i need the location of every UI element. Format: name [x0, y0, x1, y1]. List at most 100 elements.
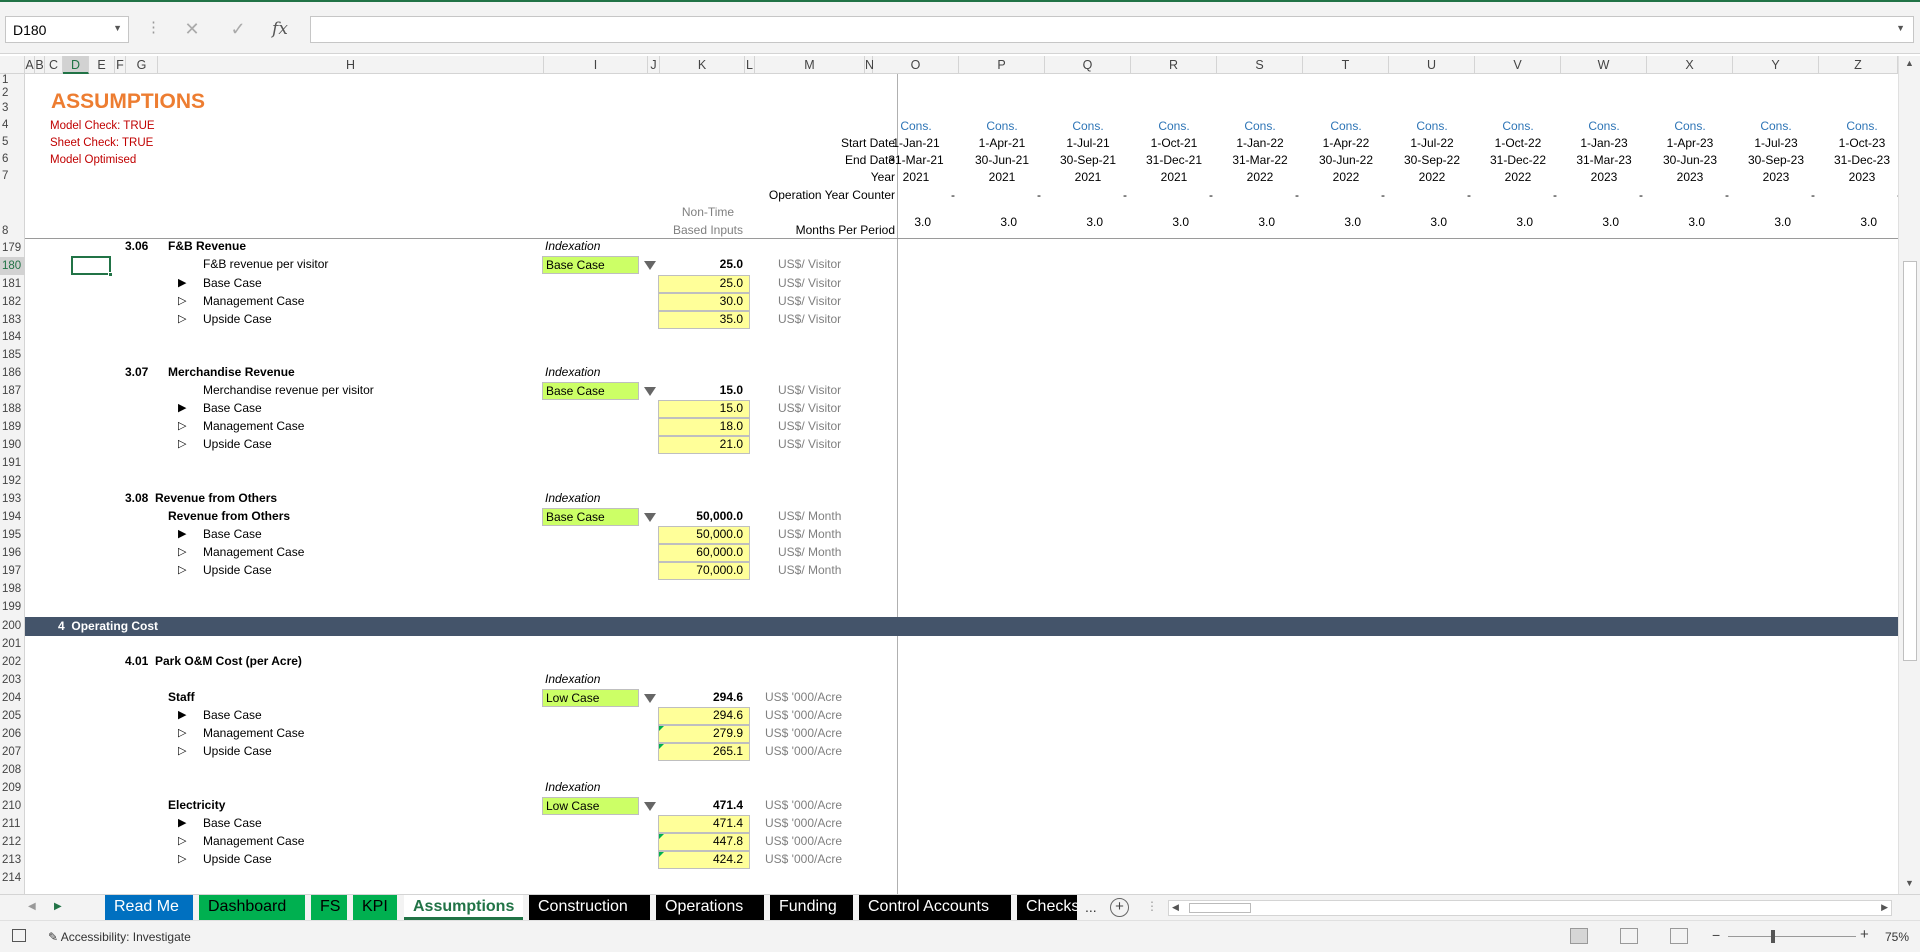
column-header-n[interactable]: N — [865, 56, 874, 74]
row-header-194[interactable]: 194 — [0, 508, 25, 526]
column-header-t[interactable]: T — [1303, 56, 1389, 74]
elec-case-select[interactable]: Low Case — [542, 797, 639, 815]
row-header-8[interactable]: 8 — [0, 184, 25, 240]
vertical-scrollbar[interactable]: ▲ ▼ — [1898, 56, 1920, 894]
row-header-205[interactable]: 205 — [0, 707, 25, 725]
others-case-dropdown-icon[interactable] — [644, 513, 656, 522]
case-value[interactable]: 15.0 — [658, 400, 743, 417]
case-value[interactable]: 25.0 — [658, 275, 743, 292]
fill-handle[interactable] — [108, 272, 113, 277]
tab-scroll-left-icon[interactable]: ◀ — [28, 901, 36, 912]
row-header-213[interactable]: 213 — [0, 851, 25, 869]
scroll-left-icon[interactable]: ◀ — [1172, 902, 1179, 913]
column-header-j[interactable]: J — [648, 56, 660, 74]
name-box[interactable]: D180 ▼ — [5, 16, 129, 43]
fb-case-dropdown-icon[interactable] — [644, 261, 656, 270]
tab-funding[interactable]: Funding — [770, 895, 853, 920]
tab-operations[interactable]: Operations — [656, 895, 764, 920]
formula-bar-grip-icon[interactable]: ⋮ — [146, 18, 161, 36]
tab-fs[interactable]: FS — [311, 895, 347, 920]
column-header-p[interactable]: P — [959, 56, 1045, 74]
macro-record-icon[interactable] — [12, 929, 26, 942]
row-header-185[interactable]: 185 — [0, 346, 25, 364]
row-header-204[interactable]: 204 — [0, 689, 25, 707]
tab-checks[interactable]: Checks — [1017, 895, 1077, 920]
column-header-z[interactable]: Z — [1819, 56, 1898, 74]
case-value[interactable]: 447.8 — [658, 833, 743, 850]
row-header-3[interactable]: 3 — [0, 100, 25, 117]
horizontal-scroll-thumb[interactable] — [1189, 903, 1251, 913]
elec-case-dropdown-icon[interactable] — [644, 802, 656, 811]
case-value[interactable]: 21.0 — [658, 436, 743, 453]
zoom-in-icon[interactable]: + — [1860, 926, 1869, 943]
column-header-s[interactable]: S — [1217, 56, 1303, 74]
row-header-188[interactable]: 188 — [0, 400, 25, 418]
case-value[interactable]: 18.0 — [658, 418, 743, 435]
scroll-down-icon[interactable]: ▼ — [1905, 878, 1914, 888]
case-value[interactable]: 294.6 — [658, 707, 743, 724]
row-header-192[interactable]: 192 — [0, 472, 25, 490]
zoom-level[interactable]: 75% — [1885, 930, 1909, 944]
column-header-f[interactable]: F — [115, 56, 126, 74]
page-break-view-icon[interactable] — [1670, 928, 1688, 944]
column-header-a[interactable]: A — [25, 56, 35, 74]
case-value[interactable]: 70,000.0 — [658, 562, 743, 579]
tab-control-accounts[interactable]: Control Accounts — [859, 895, 1011, 920]
row-header-214[interactable]: 214 — [0, 869, 25, 887]
fb-case-select[interactable]: Base Case — [542, 256, 639, 274]
tab-dashboard[interactable]: Dashboard — [199, 895, 305, 920]
row-header-208[interactable]: 208 — [0, 761, 25, 779]
row-header-2[interactable]: 2 — [0, 86, 25, 100]
accessibility-status[interactable]: ✎ Accessibility: Investigate — [48, 930, 191, 944]
others-case-select[interactable]: Base Case — [542, 508, 639, 526]
row-header-180[interactable]: 180 — [0, 257, 25, 275]
row-header-182[interactable]: 182 — [0, 293, 25, 311]
row-header-6[interactable]: 6 — [0, 151, 25, 168]
row-header-1[interactable]: 1 — [0, 74, 25, 86]
case-value[interactable]: 60,000.0 — [658, 544, 743, 561]
column-header-w[interactable]: W — [1561, 56, 1647, 74]
column-header-d[interactable]: D — [63, 56, 89, 74]
tab-construction[interactable]: Construction — [529, 895, 650, 920]
row-header-197[interactable]: 197 — [0, 562, 25, 580]
row-header-190[interactable]: 190 — [0, 436, 25, 454]
row-header-184[interactable]: 184 — [0, 329, 25, 346]
row-header-211[interactable]: 211 — [0, 815, 25, 833]
row-header-179[interactable]: 179 — [0, 240, 25, 257]
row-header-183[interactable]: 183 — [0, 311, 25, 329]
row-header-209[interactable]: 209 — [0, 779, 25, 797]
normal-view-icon[interactable] — [1570, 928, 1588, 944]
row-header-206[interactable]: 206 — [0, 725, 25, 743]
page-layout-view-icon[interactable] — [1620, 928, 1638, 944]
merch-case-dropdown-icon[interactable] — [644, 387, 656, 396]
select-all-corner[interactable] — [0, 56, 25, 74]
case-value[interactable]: 30.0 — [658, 293, 743, 310]
column-header-u[interactable]: U — [1389, 56, 1475, 74]
column-header-e[interactable]: E — [89, 56, 115, 74]
row-header-187[interactable]: 187 — [0, 382, 25, 400]
staff-case-select[interactable]: Low Case — [542, 689, 639, 707]
row-header-200[interactable]: 200 — [0, 617, 25, 635]
case-value[interactable]: 50,000.0 — [658, 526, 743, 543]
column-header-g[interactable]: G — [126, 56, 158, 74]
formula-input[interactable]: ▼ — [310, 16, 1914, 43]
column-header-l[interactable]: L — [745, 56, 755, 74]
zoom-slider[interactable] — [1728, 936, 1856, 937]
scroll-up-icon[interactable]: ▲ — [1905, 58, 1914, 68]
row-header-5[interactable]: 5 — [0, 134, 25, 151]
column-header-r[interactable]: R — [1131, 56, 1217, 74]
scroll-right-icon[interactable]: ▶ — [1881, 902, 1888, 913]
column-header-h[interactable]: H — [158, 56, 544, 74]
vertical-scroll-thumb[interactable] — [1903, 261, 1917, 661]
staff-case-dropdown-icon[interactable] — [644, 694, 656, 703]
worksheet-grid[interactable]: ASSUMPTIONS Model Check: TRUE Sheet Chec… — [25, 74, 1898, 894]
row-header-195[interactable]: 195 — [0, 526, 25, 544]
column-header-m[interactable]: M — [755, 56, 865, 74]
row-header-210[interactable]: 210 — [0, 797, 25, 815]
zoom-slider-thumb[interactable] — [1771, 930, 1775, 943]
row-header-181[interactable]: 181 — [0, 275, 25, 293]
name-box-dropdown-icon[interactable]: ▼ — [113, 23, 122, 33]
active-cell[interactable] — [71, 256, 111, 275]
column-header-y[interactable]: Y — [1733, 56, 1819, 74]
expand-formula-icon[interactable]: ▼ — [1896, 23, 1905, 33]
